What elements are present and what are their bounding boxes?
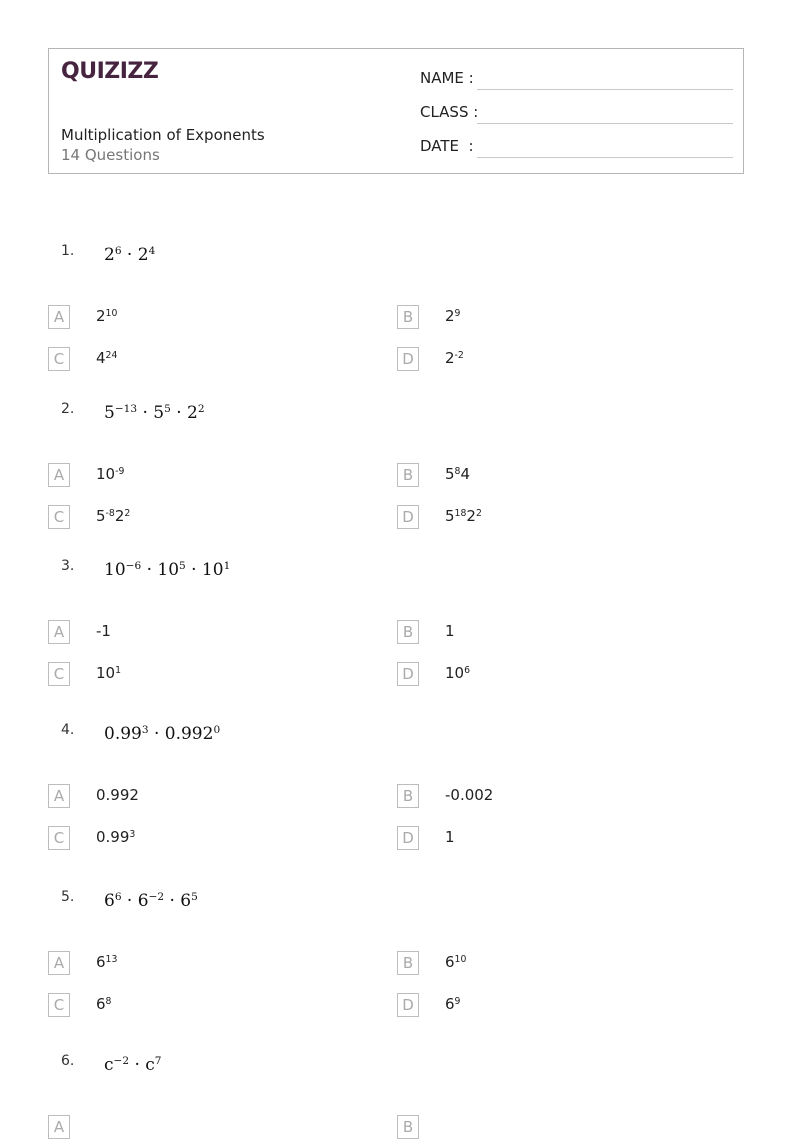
option-letter-a[interactable]: A [48,463,70,487]
question-number: 6. [61,1053,75,1069]
option-letter-c[interactable]: C [48,993,70,1017]
question-expression: 66 · 6−2 · 65 [104,891,198,911]
option-letter-c[interactable]: C [48,505,70,529]
question-number: 3. [61,558,75,574]
option-letter-a[interactable]: A [48,784,70,808]
option-text: 106 [445,664,471,682]
question-expression: 5−13 · 55 · 22 [104,403,205,423]
option-letter-b[interactable]: B [397,463,419,487]
question-number: 5. [61,889,75,905]
option-letter-b[interactable]: B [397,1115,419,1139]
option-letter-d[interactable]: D [397,826,419,850]
option-text: 0.993 [96,828,136,846]
option-text: 0.992 [96,786,139,804]
option-letter-c[interactable]: C [48,347,70,371]
question-expression: 10−6 · 105 · 101 [104,560,231,580]
name-label: NAME : [420,69,474,87]
option-text: -1 [96,622,111,640]
worksheet-header: QUIZIZZ Multiplication of Exponents 14 Q… [48,48,744,174]
option-letter-d[interactable]: D [397,662,419,686]
question-count: 14 Questions [61,146,160,164]
option-text: 610 [445,953,467,971]
option-letter-a[interactable]: A [48,620,70,644]
option-text: 10-9 [96,465,125,483]
option-letter-a[interactable]: A [48,951,70,975]
worksheet-title: Multiplication of Exponents [61,126,265,144]
option-letter-c[interactable]: C [48,662,70,686]
option-text: 101 [96,664,122,682]
option-text: 29 [445,307,461,325]
quizizz-logo: QUIZIZZ [61,59,159,84]
option-letter-d[interactable]: D [397,347,419,371]
date-label: DATE : [420,137,474,155]
option-letter-b[interactable]: B [397,951,419,975]
date-field[interactable] [477,157,733,158]
question-expression: c−2 · c7 [104,1055,162,1075]
option-letter-b[interactable]: B [397,620,419,644]
option-text: 1 [445,622,455,640]
option-text: 613 [96,953,118,971]
question-number: 2. [61,401,75,417]
option-text: 51822 [445,507,482,525]
name-field[interactable] [477,89,733,90]
class-field[interactable] [477,123,733,124]
option-text: 2-2 [445,349,464,367]
option-letter-c[interactable]: C [48,826,70,850]
option-text: -0.002 [445,786,494,804]
option-letter-a[interactable]: A [48,1115,70,1139]
class-label: CLASS : [420,103,479,121]
option-text: 424 [96,349,118,367]
question-number: 1. [61,243,75,259]
option-text: 584 [445,465,471,483]
option-text: 69 [445,995,461,1013]
option-letter-b[interactable]: B [397,784,419,808]
question-expression: 0.993 · 0.9920 [104,724,221,744]
option-letter-b[interactable]: B [397,305,419,329]
option-text: 1 [445,828,455,846]
question-expression: 26 · 24 [104,245,156,265]
option-letter-d[interactable]: D [397,505,419,529]
option-text: 5-822 [96,507,131,525]
option-letter-a[interactable]: A [48,305,70,329]
question-number: 4. [61,722,75,738]
option-letter-d[interactable]: D [397,993,419,1017]
option-text: 210 [96,307,118,325]
option-text: 68 [96,995,112,1013]
